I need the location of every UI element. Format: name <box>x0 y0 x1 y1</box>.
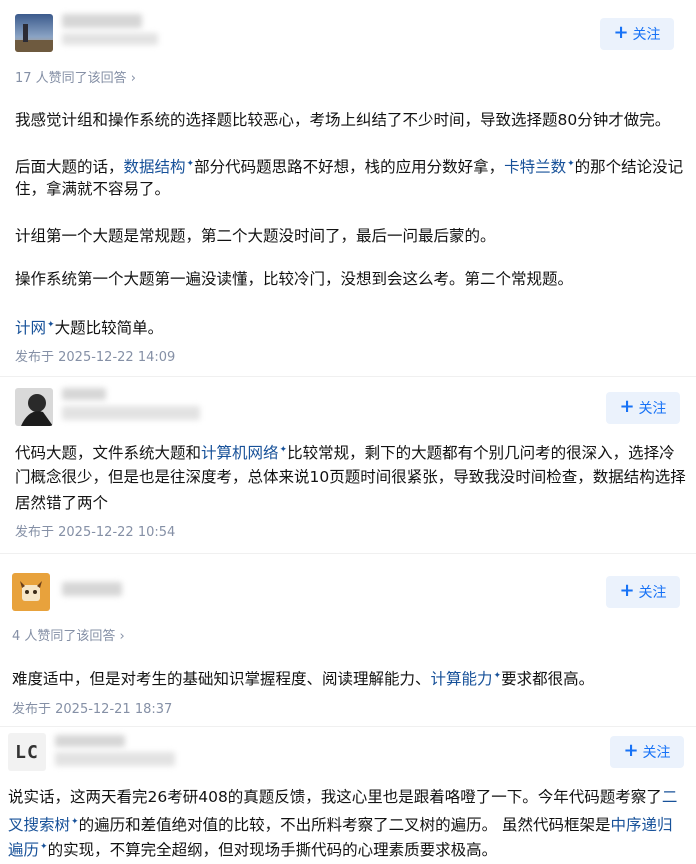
spark-icon: ✦ <box>71 817 79 827</box>
answer-paragraph: 说实话，这两天看完26考研408的真题反馈，我这心里也是跟着咯噔了一下。今年代码… <box>8 784 694 811</box>
vote-count-link[interactable]: 17 人赞同了该回答 › <box>15 67 136 86</box>
avatar-logo-text: LC <box>15 741 39 763</box>
bio-blurred <box>62 406 200 420</box>
text-span: 说实话，这两天看完26考研408的真题反馈，我这心里也是跟着咯噔了一下。今年代码… <box>8 788 662 806</box>
keyword-link[interactable]: 叉搜索树✦ <box>8 816 79 834</box>
answer-paragraph: 难度适中，但是对考生的基础知识掌握程度、阅读理解能力、计算能力✦要求都很高。 <box>12 663 687 693</box>
keyword-link[interactable]: 中序递归 <box>611 816 673 834</box>
text-span: 比较常规，剩下的大题都有个别几问考的很深入，选择冷 <box>287 444 675 463</box>
keyword-link[interactable]: 计算能力✦ <box>431 670 502 688</box>
spark-icon: ✦ <box>567 159 575 169</box>
text-span: 的那个结论没记 <box>574 158 684 177</box>
spark-icon: ✦ <box>40 842 48 852</box>
plus-icon: + <box>623 740 639 761</box>
publish-date[interactable]: 发布于 2025-12-22 14:09 <box>15 346 175 365</box>
answer-paragraph: 计网✦大题比较简单。 <box>15 312 685 342</box>
answer-paragraph: 住，拿满就不容易了。 <box>15 180 171 198</box>
avatar[interactable] <box>15 14 53 52</box>
bio-blurred <box>55 752 175 766</box>
answer-paragraph: 代码大题，文件系统大题和计算机网络✦比较常规，剩下的大题都有个别几问考的很深入，… <box>15 437 690 467</box>
avatar[interactable] <box>12 573 50 611</box>
spark-icon: ✦ <box>47 320 55 330</box>
text-span: 大题比较简单。 <box>54 319 164 338</box>
publish-date[interactable]: 发布于 2025-12-21 18:37 <box>12 698 172 717</box>
answer-paragraph: 操作系统第一个大题第一遍没读懂，比较冷门，没想到会这么考。第二个常规题。 <box>15 270 574 288</box>
answer-paragraph: 我感觉计组和操作系统的选择题比较恶心，考场上纠结了不少时间，导致选择题80分钟才… <box>15 111 671 129</box>
spark-icon: ✦ <box>493 671 502 681</box>
text-span: 部分代码题思路不好想，栈的应用分数好拿， <box>194 158 505 177</box>
keyword-link[interactable]: 计网✦ <box>15 319 55 337</box>
text-span: 代码大题，文件系统大题和 <box>15 444 202 463</box>
text-span: 难度适中，但是对考生的基础知识掌握程度、阅读理解能力、 <box>12 670 431 689</box>
spark-icon: ✦ <box>279 445 288 455</box>
avatar[interactable]: LC <box>8 733 46 771</box>
plus-icon: + <box>613 22 629 43</box>
keyword-link[interactable]: 遍历✦ <box>8 841 48 859</box>
follow-button[interactable]: + 关注 <box>606 392 680 424</box>
follow-label: 关注 <box>642 745 671 761</box>
follow-button[interactable]: + 关注 <box>600 18 674 50</box>
divider <box>0 553 696 554</box>
plus-icon: + <box>619 580 635 601</box>
keyword-link[interactable]: 二 <box>662 788 678 806</box>
username-blurred[interactable] <box>62 388 106 400</box>
divider <box>0 376 696 377</box>
text-span: 后面大题的话， <box>15 158 124 177</box>
follow-button[interactable]: + 关注 <box>610 736 684 768</box>
plus-icon: + <box>619 396 635 417</box>
bio-blurred <box>62 33 158 45</box>
text-span: 的遍历和差值绝对值的比较，不出所料考察了二叉树的遍历。 虽然代码框架是 <box>78 816 611 835</box>
text-span: 要求都很高。 <box>501 670 595 689</box>
answer-paragraph: 计组第一个大题是常规题，第二个大题没时间了，最后一问最后蒙的。 <box>15 227 496 245</box>
follow-label: 关注 <box>638 585 667 601</box>
username-blurred[interactable] <box>62 14 142 28</box>
follow-label: 关注 <box>638 401 667 417</box>
keyword-link[interactable]: 卡特兰数✦ <box>504 158 575 176</box>
avatar[interactable] <box>15 388 53 426</box>
follow-button[interactable]: + 关注 <box>606 576 680 608</box>
spark-icon: ✦ <box>186 159 195 169</box>
text-span: 的实现，不算完全超纲，但对现场手撕代码的心理素质要求极高。 <box>47 841 498 860</box>
answer-paragraph: 门概念很少，但是也是往深度考，总体来说10页题时间很紧张，导致我没时间检查，数据… <box>15 468 686 486</box>
keyword-link[interactable]: 数据结构✦ <box>124 158 195 176</box>
answer-paragraph: 遍历✦的实现，不算完全超纲，但对现场手撕代码的心理素质要求极高。 <box>8 834 694 864</box>
keyword-link[interactable]: 计算机网络✦ <box>201 444 287 462</box>
publish-date[interactable]: 发布于 2025-12-22 10:54 <box>15 521 175 540</box>
divider <box>0 726 696 727</box>
answer-paragraph: 居然错了两个 <box>15 494 109 512</box>
username-blurred[interactable] <box>55 735 125 747</box>
username-blurred[interactable] <box>62 582 122 596</box>
vote-count-link[interactable]: 4 人赞同了该回答 › <box>12 625 125 644</box>
follow-label: 关注 <box>632 27 661 43</box>
